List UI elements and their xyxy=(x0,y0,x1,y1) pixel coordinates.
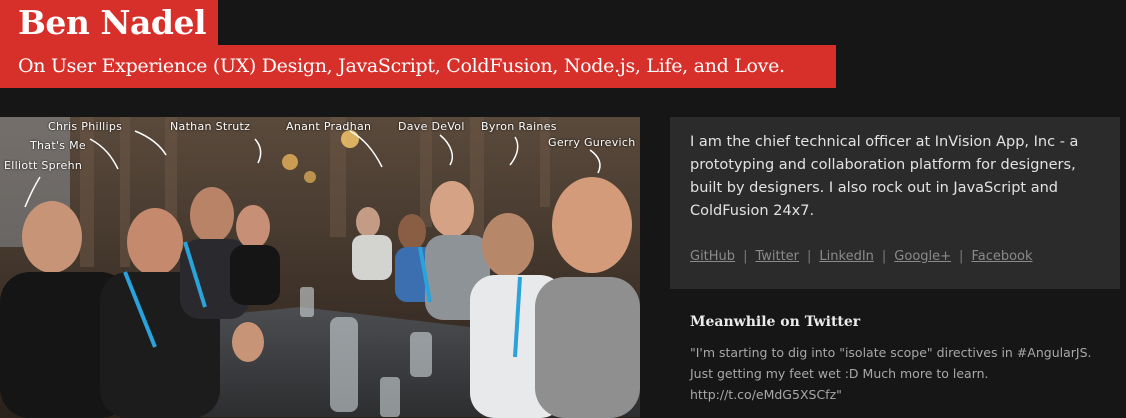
group-photo-image xyxy=(0,117,640,418)
separator: | xyxy=(743,249,748,264)
twitter-link[interactable]: Twitter xyxy=(755,249,799,264)
photo-label-anant: Anant Pradhan xyxy=(286,120,372,133)
tweet-link[interactable]: http://t.co/eMdG5XSCfz" xyxy=(690,387,842,402)
photo-label-chris: Chris Phillips xyxy=(48,120,123,133)
facebook-link[interactable]: Facebook xyxy=(971,249,1032,264)
photo-label-dave: Dave DeVol xyxy=(398,120,465,133)
tweet-text: "I'm starting to dig into "isolate scope… xyxy=(690,345,1092,381)
github-link[interactable]: GitHub xyxy=(690,249,735,264)
group-photo: Chris Phillips That's Me Elliott Sprehn … xyxy=(0,117,640,418)
separator: | xyxy=(881,249,887,264)
bio-panel: I am the chief technical officer at InVi… xyxy=(670,117,1120,289)
twitter-heading: Meanwhile on Twitter xyxy=(690,314,861,330)
separator: | xyxy=(807,249,812,264)
social-links: GitHub | Twitter | LinkedIn | Google+ | Facebook xyxy=(690,249,1100,264)
latest-tweet: "I'm starting to dig into "isolate scope… xyxy=(690,342,1110,405)
google-plus-link[interactable]: Google+ xyxy=(894,249,951,264)
photo-label-byron: Byron Raines xyxy=(481,120,557,133)
photo-label-elliott: Elliott Sprehn xyxy=(4,159,83,172)
photo-label-nathan: Nathan Strutz xyxy=(170,120,251,133)
site-tagline: On User Experience (UX) Design, JavaScri… xyxy=(0,45,836,88)
separator: | xyxy=(959,249,964,264)
linkedin-link[interactable]: LinkedIn xyxy=(819,249,873,264)
bio-text: I am the chief technical officer at InVi… xyxy=(690,134,1079,219)
photo-label-me: That's Me xyxy=(30,139,86,152)
photo-label-gerry: Gerry Gurevich xyxy=(548,136,636,149)
site-title[interactable]: Ben Nadel xyxy=(0,0,218,45)
